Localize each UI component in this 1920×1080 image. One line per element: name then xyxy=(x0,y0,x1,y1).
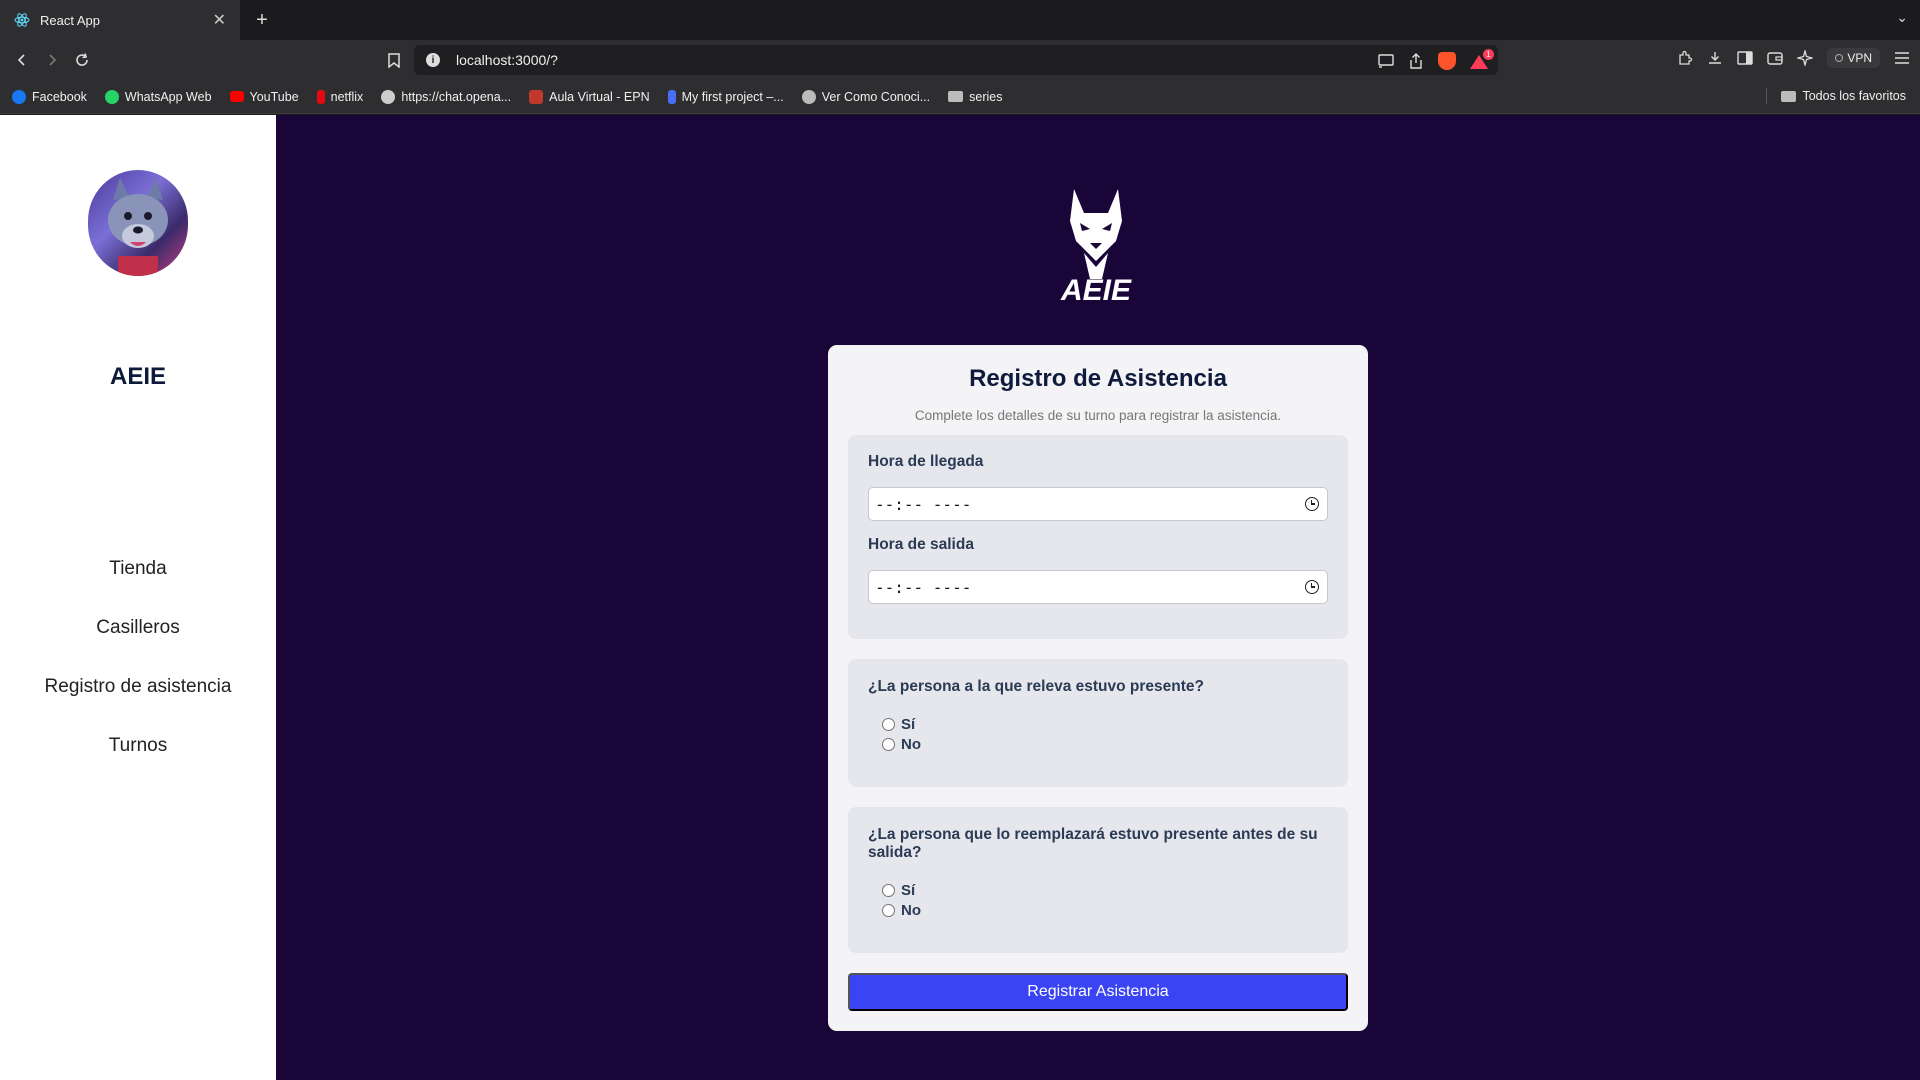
bookmark-item[interactable]: WhatsApp Web xyxy=(104,89,212,104)
vpn-button[interactable]: VPN xyxy=(1827,48,1880,68)
address-bar[interactable]: i localhost:3000/? 1 xyxy=(414,45,1498,75)
bookmark-item[interactable]: Ver Como Conoci... xyxy=(801,89,930,104)
departure-label: Hora de salida xyxy=(868,536,974,553)
svg-text:AEIE: AEIE xyxy=(1060,274,1132,305)
whatsapp-icon xyxy=(104,89,119,104)
wallet-icon[interactable] xyxy=(1767,50,1784,66)
leo-ai-icon[interactable] xyxy=(1797,50,1814,66)
forward-icon[interactable] xyxy=(40,48,64,72)
vpn-status-icon xyxy=(1835,54,1844,62)
radio-button[interactable] xyxy=(882,884,895,897)
radio-option-no[interactable]: No xyxy=(882,902,921,919)
close-tab-icon[interactable]: ✕ xyxy=(213,10,226,30)
share-icon[interactable] xyxy=(1408,53,1424,69)
netflix-icon xyxy=(316,89,325,104)
arrival-label: Hora de llegada xyxy=(868,453,984,470)
reload-icon[interactable] xyxy=(70,48,94,72)
new-tab-icon[interactable]: + xyxy=(250,8,274,32)
departure-time-value: --:-- ---- xyxy=(875,577,972,597)
main-content: AEIE Registro de Asistencia Complete los… xyxy=(276,115,1920,1080)
facebook-icon xyxy=(12,89,26,104)
folder-icon xyxy=(1781,90,1797,102)
brand-title: AEIE xyxy=(109,363,166,390)
react-icon xyxy=(14,12,30,28)
clock-icon[interactable] xyxy=(1305,497,1319,511)
question-replacement: ¿La persona que lo reemplazará estuvo pr… xyxy=(868,826,1318,861)
arrival-time-value: --:-- ---- xyxy=(875,494,972,514)
attendance-form-card: Registro de Asistencia Complete los deta… xyxy=(828,345,1368,1031)
site-info-icon[interactable]: i xyxy=(426,53,440,67)
sidebar-item-registro-asistencia[interactable]: Registro de asistencia xyxy=(0,675,276,734)
globe-icon xyxy=(801,89,816,104)
bookmark-icon[interactable] xyxy=(382,48,406,72)
bookmark-item[interactable]: netflix xyxy=(316,89,363,104)
back-icon[interactable] xyxy=(10,48,34,72)
bookmark-item[interactable]: Aula Virtual - EPN xyxy=(529,89,650,104)
tab-bar: React App ✕ + ⌄ xyxy=(0,0,1920,40)
aula-virtual-icon xyxy=(529,89,544,104)
radio-option-yes[interactable]: Sí xyxy=(882,882,915,899)
radio-button[interactable] xyxy=(882,738,895,751)
sidebar-item-casilleros[interactable]: Casilleros xyxy=(0,616,276,675)
question-relief-section: ¿La persona a la que releva estuvo prese… xyxy=(848,659,1348,787)
sidebar-toggle-icon[interactable] xyxy=(1737,50,1754,66)
divider xyxy=(1766,88,1768,104)
brave-shields-icon[interactable] xyxy=(1438,52,1456,70)
bookmark-item[interactable]: https://chat.opena... xyxy=(381,89,511,104)
departure-time-input[interactable]: --:-- ---- xyxy=(868,570,1328,604)
all-bookmarks[interactable]: Todos los favoritos xyxy=(1766,88,1906,104)
radio-button[interactable] xyxy=(882,718,895,731)
tab-title: React App xyxy=(40,12,100,28)
bookmark-item[interactable]: My first project –... xyxy=(667,89,784,104)
avatar xyxy=(88,170,188,276)
sidebar-item-turnos[interactable]: Turnos xyxy=(0,734,276,793)
radio-option-no[interactable]: No xyxy=(882,736,921,753)
register-attendance-button[interactable]: Registrar Asistencia xyxy=(848,973,1348,1011)
bookmark-item[interactable]: YouTube xyxy=(229,90,299,104)
radio-button[interactable] xyxy=(882,904,895,917)
url-text: localhost:3000/? xyxy=(456,52,558,68)
browser-tab[interactable]: React App ✕ xyxy=(0,0,240,40)
bookmarks-bar: Facebook WhatsApp Web YouTube netflix ht… xyxy=(0,80,1920,114)
time-section: Hora de llegada --:-- ---- Hora de salid… xyxy=(848,435,1348,639)
bookmark-item[interactable]: Facebook xyxy=(12,89,87,104)
radio-option-yes[interactable]: Sí xyxy=(882,716,915,733)
brave-rewards-icon[interactable]: 1 xyxy=(1470,49,1494,69)
youtube-icon xyxy=(229,91,244,102)
aeie-wolf-logo: AEIE xyxy=(1036,183,1156,307)
browser-toolbar: i localhost:3000/? 1 VPN xyxy=(0,40,1920,80)
cast-icon[interactable] xyxy=(1378,53,1394,69)
arrival-time-input[interactable]: --:-- ---- xyxy=(868,487,1328,521)
form-title: Registro de Asistencia xyxy=(969,365,1227,392)
bookmark-folder[interactable]: series xyxy=(948,90,1002,104)
extensions-icon[interactable] xyxy=(1677,50,1693,66)
question-relief: ¿La persona a la que releva estuvo prese… xyxy=(868,678,1204,695)
sidebar: AEIE Tienda Casilleros Registro de asist… xyxy=(0,115,276,1080)
chatgpt-icon xyxy=(381,89,396,104)
clock-icon[interactable] xyxy=(1305,580,1319,594)
question-replacement-section: ¿La persona que lo reemplazará estuvo pr… xyxy=(848,807,1348,953)
download-icon[interactable] xyxy=(1707,50,1723,66)
project-icon xyxy=(667,89,676,104)
menu-icon[interactable] xyxy=(1894,50,1910,66)
sidebar-nav: Tienda Casilleros Registro de asistencia… xyxy=(0,557,276,793)
tab-list-chevron-icon[interactable]: ⌄ xyxy=(1896,9,1908,26)
folder-icon xyxy=(948,91,964,102)
form-subtitle: Complete los detalles de su turno para r… xyxy=(914,408,1282,423)
sidebar-item-tienda[interactable]: Tienda xyxy=(0,557,276,616)
